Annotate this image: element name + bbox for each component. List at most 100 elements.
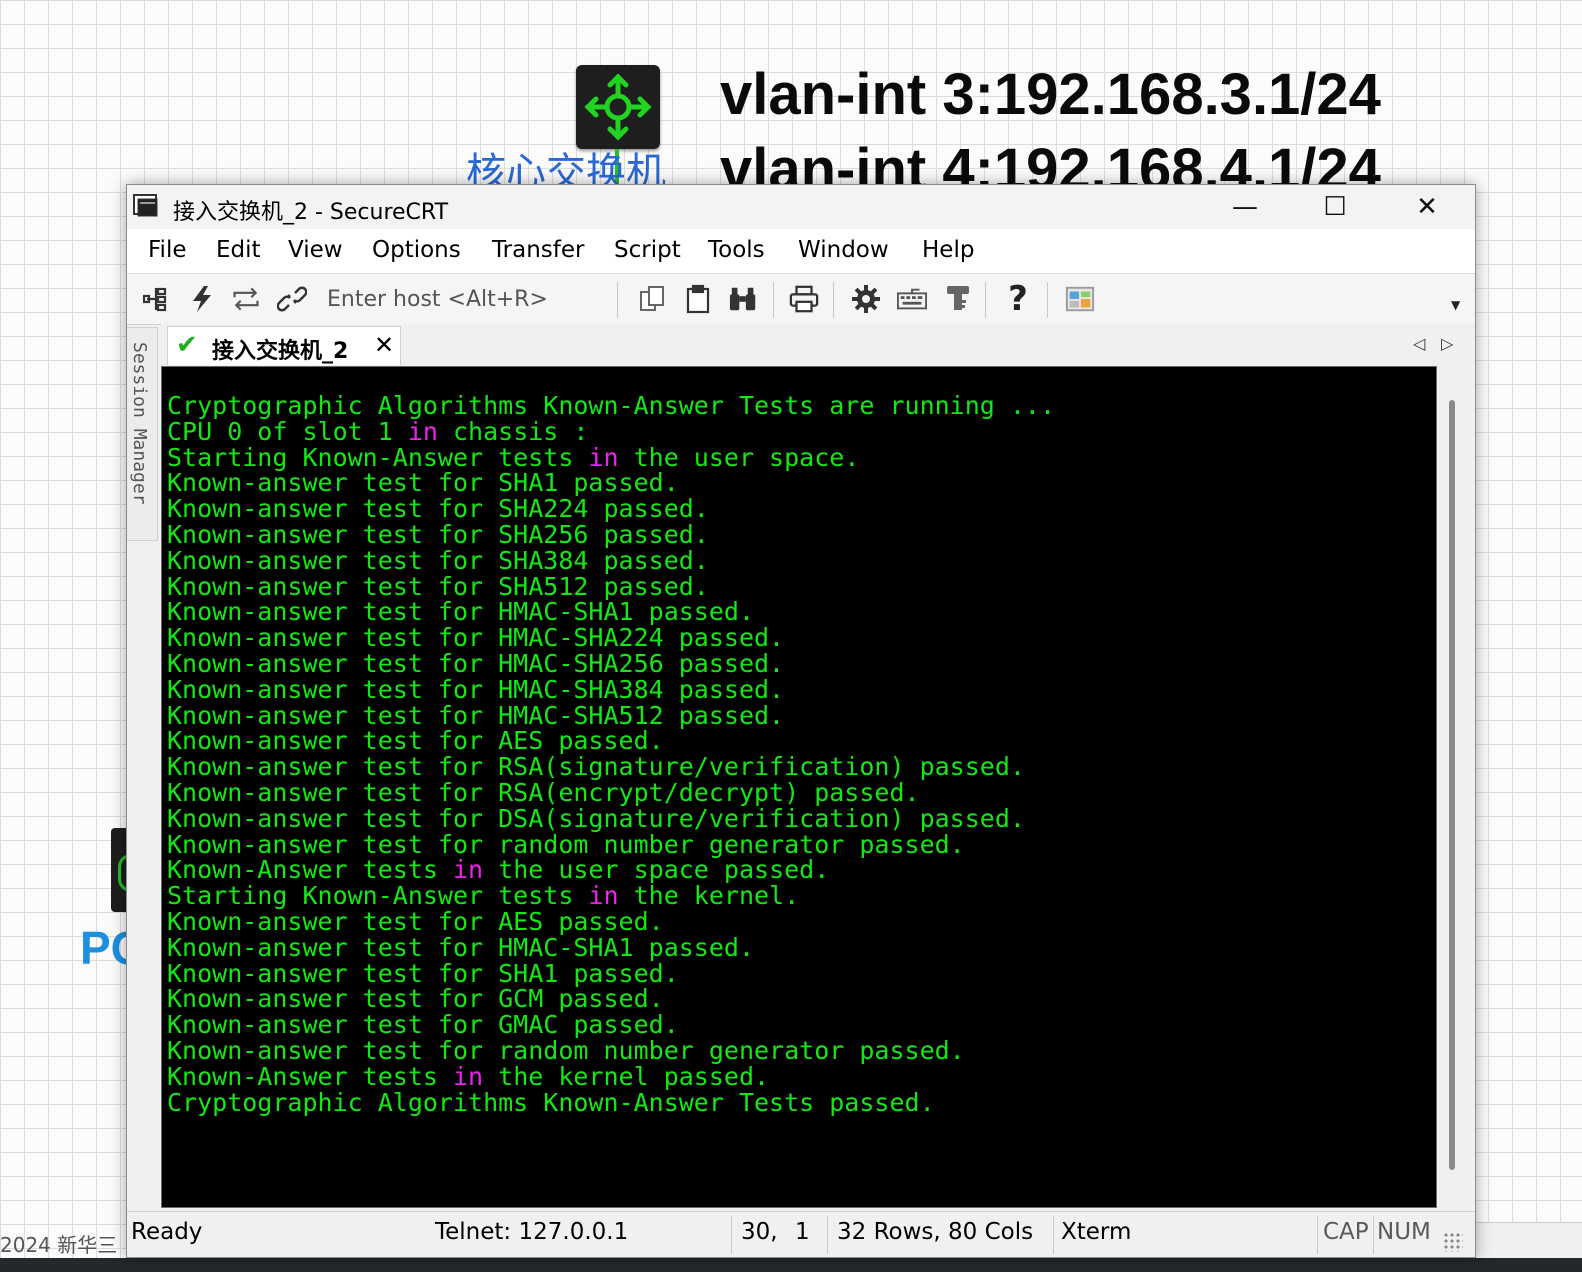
toolbar-separator (773, 282, 774, 318)
status-cursor-col: 1 (795, 1219, 810, 1245)
status-connection: Telnet: 127.0.0.1 (435, 1219, 629, 1245)
pc-device-icon (111, 828, 131, 912)
terminal-line: Known-answer test for AES passed. (167, 726, 664, 756)
securecrt-window: 接入交换机_2 - SecureCRT — ☐ ✕ File Edit View… (126, 184, 1476, 1258)
terminal-line: Starting Known-Answer tests in the kerne… (167, 881, 800, 911)
terminal-line: Known-answer test for GMAC passed. (167, 1010, 679, 1040)
status-cursor-row: 30, (741, 1219, 778, 1245)
toolbar: ? ▼ (127, 274, 1475, 325)
toolbar-separator (833, 282, 834, 318)
terminal-line: Known-answer test for HMAC-SHA384 passed… (167, 674, 785, 704)
close-tab-icon[interactable]: ✕ (374, 331, 394, 359)
status-separator (1053, 1216, 1054, 1254)
terminal-line: Known-answer test for HMAC-SHA1 passed. (167, 597, 754, 627)
terminal-line: Known-Answer tests in the kernel passed. (167, 1061, 770, 1091)
find-icon[interactable] (729, 284, 759, 314)
paste-icon[interactable] (683, 284, 713, 314)
maximize-button[interactable]: ☐ (1305, 185, 1365, 229)
menu-script[interactable]: Script (614, 237, 681, 263)
toolbar-overflow-icon[interactable]: ▼ (1451, 298, 1460, 312)
terminal-view[interactable]: Cryptographic Algorithms Known-Answer Te… (161, 366, 1437, 1208)
status-size: 32 Rows, 80 Cols (837, 1219, 1034, 1245)
menu-window[interactable]: Window (798, 237, 889, 263)
host-input[interactable] (323, 282, 621, 316)
terminal-output: Cryptographic Algorithms Known-Answer Te… (167, 393, 1055, 1115)
terminal-line: Known-answer test for HMAC-SHA512 passed… (167, 700, 785, 730)
tab-scroll-left-icon[interactable]: ◁ (1413, 334, 1425, 353)
core-switch-device-icon (576, 65, 660, 149)
print-icon[interactable] (789, 284, 819, 314)
terminal-line: Known-Answer tests in the user space pas… (167, 855, 830, 885)
toolbar-separator (617, 282, 618, 318)
terminal-line: Known-answer test for SHA224 passed. (167, 494, 709, 524)
status-bar: Ready Telnet: 127.0.0.1 30, 1 32 Rows, 8… (127, 1211, 1475, 1257)
terminal-line: CPU 0 of slot 1 in chassis : (167, 416, 589, 446)
status-state: Ready (131, 1219, 203, 1245)
menu-view[interactable]: View (288, 237, 343, 263)
connected-check-icon: ✔ (176, 330, 198, 360)
menu-tools[interactable]: Tools (708, 237, 765, 263)
status-cap: CAP (1323, 1219, 1369, 1245)
terminal-line: Known-answer test for DSA(signature/veri… (167, 803, 1025, 833)
close-button[interactable]: ✕ (1397, 185, 1457, 229)
toolbar-separator (985, 282, 986, 318)
terminal-line: Known-answer test for HMAC-SHA1 passed. (167, 932, 754, 962)
terminal-line: Known-answer test for SHA256 passed. (167, 519, 709, 549)
terminal-line: Known-answer test for SHA384 passed. (167, 545, 709, 575)
background-strip (1476, 1222, 1582, 1259)
status-separator (1317, 1216, 1318, 1254)
status-emulation: Xterm (1061, 1219, 1132, 1245)
menu-options[interactable]: Options (372, 237, 461, 263)
status-separator (827, 1216, 828, 1254)
help-icon[interactable]: ? (1003, 279, 1033, 319)
sftp-icon[interactable] (1065, 284, 1095, 314)
reconnect-icon[interactable] (231, 284, 261, 314)
session-tab[interactable]: ✔ 接入交换机_2 ✕ (167, 326, 401, 365)
status-separator (1373, 1216, 1374, 1254)
terminal-line: Known-answer test for AES passed. (167, 906, 664, 936)
terminal-line: Known-answer test for SHA1 passed. (167, 468, 679, 498)
session-manager-tab[interactable]: Session Manager (127, 327, 158, 541)
disconnect-icon[interactable] (277, 284, 307, 314)
terminal-scrollbar[interactable] (1437, 366, 1475, 1206)
terminal-line: Known-answer test for GCM passed. (167, 984, 664, 1014)
menu-help[interactable]: Help (922, 237, 974, 263)
menu-bar: File Edit View Options Transfer Script T… (127, 229, 1475, 274)
resize-grip[interactable] (1443, 1232, 1463, 1252)
terminal-line: Known-answer test for SHA512 passed. (167, 571, 709, 601)
terminal-line: Known-answer test for HMAC-SHA224 passed… (167, 623, 785, 653)
toolbar-separator (1047, 282, 1048, 318)
keys-icon[interactable] (943, 284, 973, 314)
copyright-text: 2024 新华三 (0, 1233, 118, 1257)
session-manager-label: Session Manager (129, 342, 150, 505)
menu-transfer[interactable]: Transfer (492, 237, 584, 263)
terminal-line: Known-answer test for SHA1 passed. (167, 958, 679, 988)
copy-icon[interactable] (637, 284, 667, 314)
menu-file[interactable]: File (148, 237, 187, 263)
scrollbar-thumb[interactable] (1449, 400, 1455, 1170)
terminal-line: Starting Known-Answer tests in the user … (167, 442, 860, 472)
connect-icon[interactable] (141, 284, 171, 314)
keymap-icon[interactable] (897, 284, 927, 314)
terminal-line: Cryptographic Algorithms Known-Answer Te… (167, 391, 1056, 420)
session-tab-bar: ✔ 接入交换机_2 ✕ ◁ ▷ (161, 324, 1475, 366)
taskbar-edge (0, 1258, 1582, 1272)
terminal-line: Known-answer test for RSA(signature/veri… (167, 752, 1025, 782)
status-separator (731, 1216, 732, 1254)
title-bar[interactable]: 接入交换机_2 - SecureCRT — ☐ ✕ (127, 185, 1475, 229)
window-title: 接入交换机_2 - SecureCRT (173, 200, 449, 225)
securecrt-app-icon (133, 194, 158, 217)
terminal-line: Cryptographic Algorithms Known-Answer Te… (167, 1087, 935, 1117)
tab-scroll-right-icon[interactable]: ▷ (1441, 334, 1453, 353)
minimize-button[interactable]: — (1215, 185, 1275, 229)
menu-edit[interactable]: Edit (216, 237, 261, 263)
terminal-line: Known-answer test for random number gene… (167, 1035, 965, 1065)
settings-icon[interactable] (851, 284, 881, 314)
terminal-line: Known-answer test for RSA(encrypt/decryp… (167, 777, 920, 807)
vlan-annotation-1: vlan-int 3:192.168.3.1/24 (720, 62, 1381, 127)
terminal-line: Known-answer test for HMAC-SHA256 passed… (167, 648, 785, 678)
quick-connect-icon[interactable] (187, 284, 217, 314)
status-num: NUM (1377, 1219, 1431, 1245)
session-tab-label: 接入交换机_2 (212, 339, 349, 364)
terminal-line: Known-answer test for random number gene… (167, 829, 965, 859)
